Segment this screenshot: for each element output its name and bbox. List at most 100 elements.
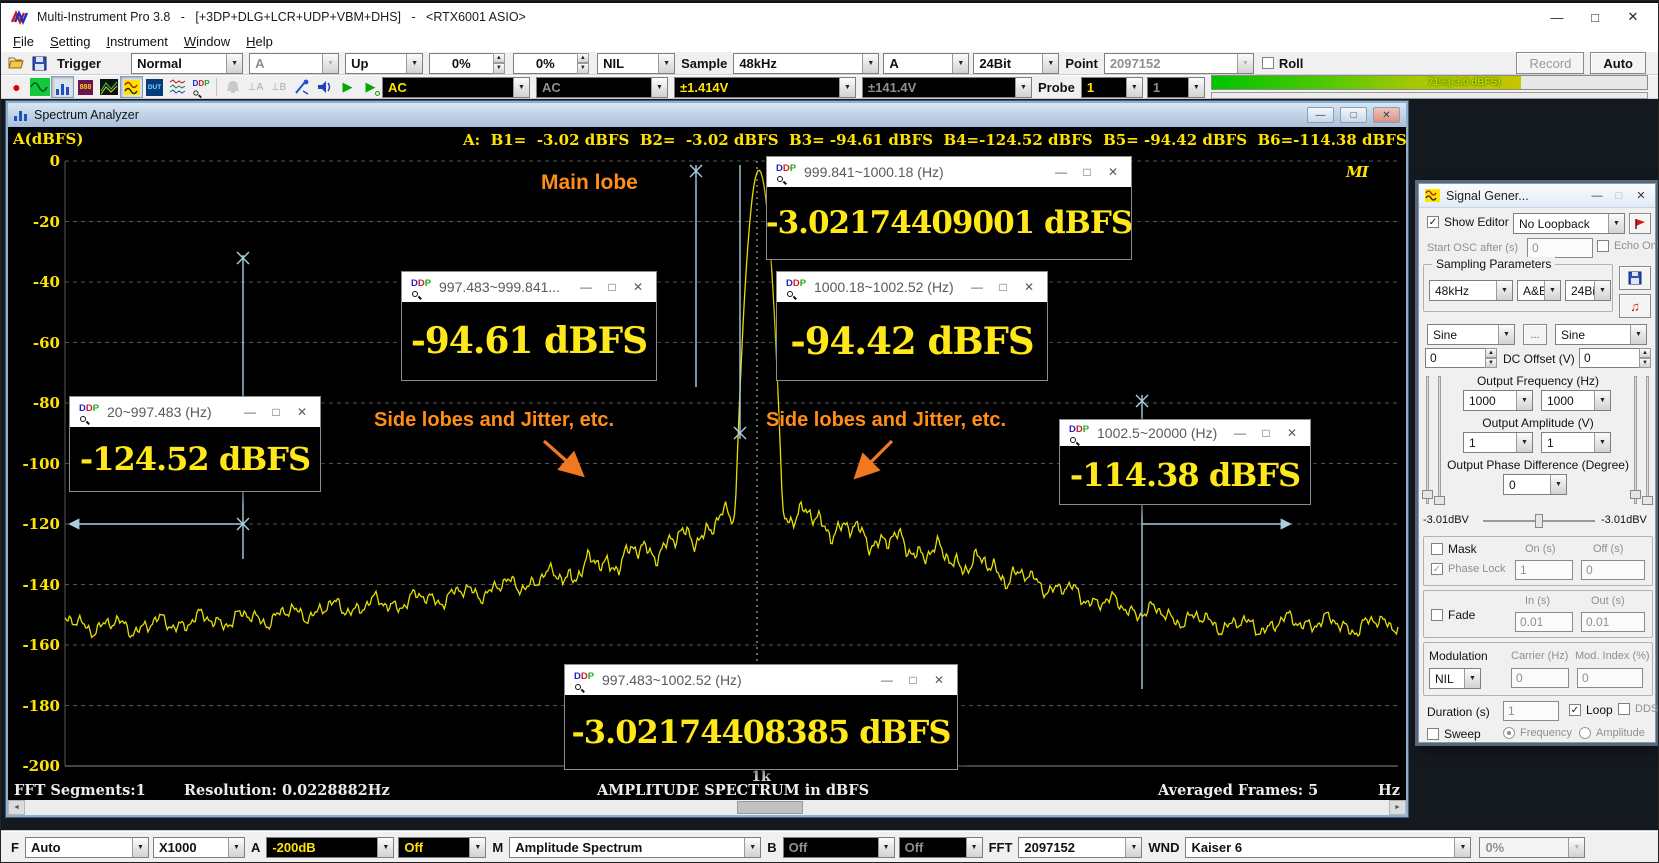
- close-icon[interactable]: ✕: [1020, 280, 1038, 294]
- mod-index-field[interactable]: 0: [1577, 668, 1643, 688]
- measurement-window-right-lobe[interactable]: DDP1000.18~1002.52 (Hz)—□✕ -94.42 dBFS: [776, 271, 1048, 381]
- minimize-icon[interactable]: —: [1307, 107, 1334, 123]
- fade-in-field[interactable]: 0.01: [1515, 612, 1573, 632]
- frequency-a-select[interactable]: 1000▼: [1463, 390, 1533, 411]
- bit-depth-select[interactable]: 24Bit▼: [973, 53, 1059, 74]
- sweep-frequency-radio[interactable]: Frequency: [1503, 727, 1572, 739]
- menu-setting[interactable]: Setting: [42, 34, 98, 49]
- balance-slider-thumb[interactable]: [1535, 514, 1543, 528]
- menu-instrument[interactable]: Instrument: [98, 34, 175, 49]
- spectrum-analyzer-icon[interactable]: [51, 76, 74, 98]
- maximize-icon[interactable]: □: [994, 280, 1012, 294]
- fade-checkbox[interactable]: Fade: [1431, 608, 1475, 622]
- run-icon[interactable]: ▶: [336, 76, 359, 98]
- b-range-select[interactable]: Off▼: [783, 837, 895, 858]
- frequency-b-select[interactable]: 1000▼: [1541, 390, 1611, 411]
- alarm-icon[interactable]: [221, 76, 244, 98]
- slider-handle[interactable]: [1434, 496, 1445, 505]
- trigger-mode-select[interactable]: Normal▼: [131, 53, 243, 74]
- loopback-select[interactable]: No Loopback▼: [1513, 213, 1625, 234]
- trigger-delay-stepper[interactable]: 0%▲▼: [513, 53, 589, 74]
- maximize-icon[interactable]: □: [1340, 107, 1367, 123]
- sweep-amplitude-radio[interactable]: Amplitude: [1579, 727, 1645, 739]
- measurement-titlebar[interactable]: DDP997.483~999.841...—□✕: [402, 272, 656, 302]
- trigger-edge-select[interactable]: Up▼: [345, 53, 423, 74]
- amplitude-b-slider[interactable]: [1634, 376, 1637, 504]
- trigger-level-stepper[interactable]: 0%▲▼: [429, 53, 505, 74]
- horizontal-scrollbar[interactable]: ◄ ►: [8, 800, 1406, 815]
- minimize-icon[interactable]: —: [1542, 10, 1572, 25]
- mask-off-field[interactable]: 0: [1581, 560, 1645, 580]
- frequency-axis-select[interactable]: Auto▼: [25, 837, 149, 858]
- minimize-icon[interactable]: —: [577, 280, 595, 294]
- maximize-icon[interactable]: □: [1611, 190, 1627, 202]
- phase-select[interactable]: 0▼: [1503, 474, 1567, 495]
- close-icon[interactable]: ✕: [293, 405, 311, 419]
- measurement-window-full-lobe[interactable]: DDP997.483~1002.52 (Hz)—□✕ -3.0217440838…: [564, 664, 958, 770]
- siggen-channels-select[interactable]: A&B▼: [1517, 280, 1561, 301]
- dds-checkbox[interactable]: DDS: [1618, 703, 1658, 715]
- measurement-window-high-band[interactable]: DDP1002.5~20000 (Hz)—□✕ -114.38 dBFS: [1059, 419, 1311, 505]
- roll-checkbox[interactable]: Roll: [1262, 56, 1304, 71]
- mask-checkbox[interactable]: Mask: [1431, 542, 1477, 556]
- run-hold-icon[interactable]: ▶: [359, 76, 382, 98]
- titlebar[interactable]: Multi-Instrument Pro 3.8 - [+3DP+DLG+LCR…: [1, 1, 1658, 31]
- record-points-select[interactable]: 2097152▼: [1104, 53, 1254, 74]
- view-mode-select[interactable]: Amplitude Spectrum▼: [509, 837, 761, 858]
- scrollbar-thumb[interactable]: [737, 801, 803, 814]
- sweep-checkbox[interactable]: Sweep: [1427, 727, 1481, 741]
- close-icon[interactable]: ✕: [629, 280, 647, 294]
- measurement-window-main-peak[interactable]: DDP999.841~1000.18 (Hz)—□✕ -3.0217440900…: [766, 156, 1132, 260]
- signal-generator-icon[interactable]: [120, 76, 143, 98]
- measurement-titlebar[interactable]: DDP1000.18~1002.52 (Hz)—□✕: [777, 272, 1047, 302]
- probe-calibration-icon[interactable]: [290, 76, 313, 98]
- save-icon[interactable]: [28, 52, 51, 74]
- b-extra-select[interactable]: Off▼: [899, 837, 983, 858]
- spectrum-window-titlebar[interactable]: Spectrum Analyzer — □ ✕: [8, 103, 1406, 127]
- play-file-button[interactable]: ♫: [1619, 294, 1651, 318]
- phase-lock-checkbox[interactable]: ✓Phase Lock: [1431, 563, 1505, 575]
- window-function-select[interactable]: Kaiser 6▼: [1185, 837, 1471, 858]
- a-range-select[interactable]: -200dB▼: [266, 837, 394, 858]
- minimize-icon[interactable]: —: [1052, 165, 1070, 179]
- close-icon[interactable]: ✕: [1618, 9, 1648, 25]
- show-editor-checkbox[interactable]: ✓Show Editor: [1427, 215, 1509, 229]
- menu-file[interactable]: File: [5, 34, 42, 49]
- amplitude-a2-slider[interactable]: [1438, 376, 1441, 504]
- maximize-icon[interactable]: □: [1580, 10, 1610, 25]
- sample-rate-select[interactable]: 48kHz▼: [733, 53, 879, 74]
- fft-size-select[interactable]: 2097152▼: [1018, 837, 1142, 858]
- range-a-select[interactable]: ±1.414V▼: [674, 77, 856, 98]
- measurement-titlebar[interactable]: DDP999.841~1000.18 (Hz)—□✕: [767, 157, 1131, 187]
- measurement-titlebar[interactable]: DDP20~997.483 (Hz)—□✕: [70, 397, 320, 427]
- echo-only-checkbox[interactable]: Echo Only: [1597, 240, 1659, 252]
- ddp-viewer-icon[interactable]: DDP: [189, 76, 212, 98]
- range-b-select[interactable]: ±141.4V▼: [862, 77, 1032, 98]
- probe-a-select[interactable]: 1▼: [1081, 77, 1143, 98]
- close-icon[interactable]: ✕: [1283, 426, 1301, 440]
- coupling-a-select[interactable]: AC▼: [382, 77, 530, 98]
- minimize-icon[interactable]: —: [1589, 190, 1605, 202]
- menu-window[interactable]: Window: [176, 34, 238, 49]
- siggen-rate-select[interactable]: 48kHz▼: [1429, 280, 1513, 301]
- scrollbar-track[interactable]: [25, 800, 1389, 815]
- start-osc-field[interactable]: 0: [1527, 238, 1593, 258]
- auto-button[interactable]: Auto: [1590, 52, 1646, 74]
- close-icon[interactable]: ✕: [1373, 107, 1400, 123]
- maximize-icon[interactable]: □: [603, 280, 621, 294]
- siggen-bits-select[interactable]: 24Bit▼: [1565, 280, 1611, 301]
- maximize-icon[interactable]: □: [904, 673, 922, 687]
- device-test-plan-icon[interactable]: DUT: [143, 76, 166, 98]
- maximize-icon[interactable]: □: [267, 405, 285, 419]
- measurement-titlebar[interactable]: DDP1002.5~20000 (Hz)—□✕: [1060, 420, 1310, 446]
- save-signal-button[interactable]: [1619, 266, 1651, 290]
- dc-offset-a-stepper[interactable]: 0▲▼: [1425, 348, 1497, 368]
- maximize-icon[interactable]: □: [1078, 165, 1096, 179]
- multimeter-icon[interactable]: 888: [74, 76, 97, 98]
- minimize-icon[interactable]: —: [878, 673, 896, 687]
- wave-editor-button[interactable]: ...: [1523, 324, 1547, 345]
- speaker-icon[interactable]: [313, 76, 336, 98]
- slider-handle[interactable]: [1630, 490, 1641, 499]
- duration-field[interactable]: 1: [1503, 701, 1559, 721]
- slider-handle[interactable]: [1422, 490, 1433, 499]
